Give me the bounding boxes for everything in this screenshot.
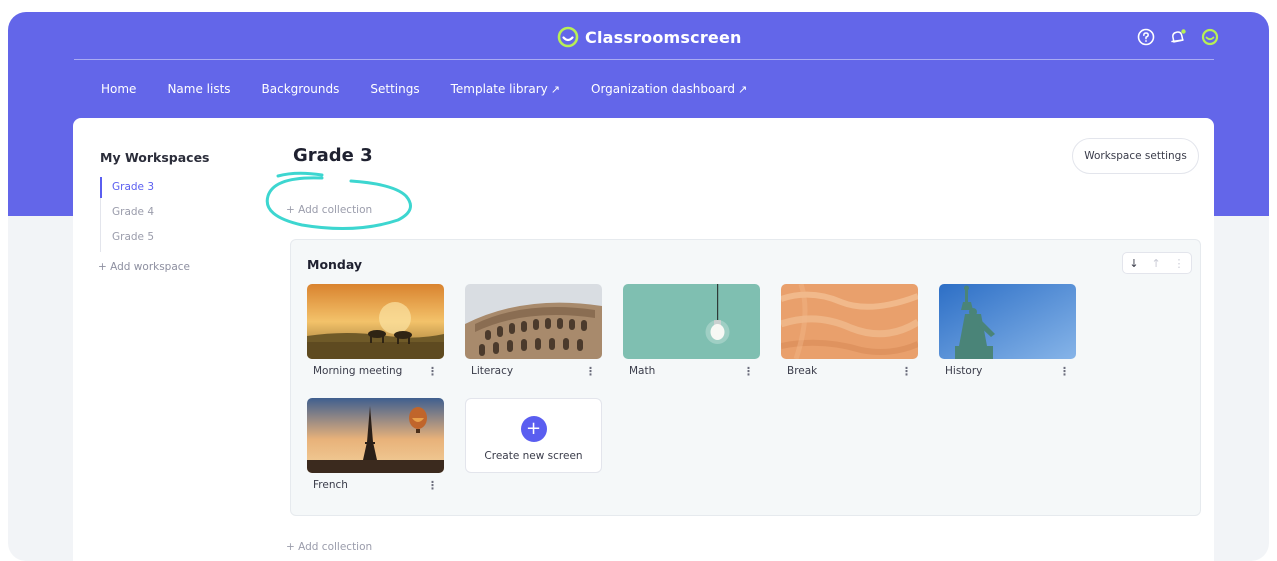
- screen-label: Break: [787, 365, 818, 377]
- screen-tile[interactable]: Morning meeting ⋮: [307, 284, 444, 383]
- screen-tile[interactable]: Math ⋮: [623, 284, 760, 383]
- add-collection-bottom-button[interactable]: + Add collection: [286, 541, 372, 553]
- screen-tile[interactable]: History ⋮: [939, 284, 1076, 383]
- nav-settings[interactable]: Settings: [370, 82, 419, 96]
- screen-tile[interactable]: Break ⋮: [781, 284, 918, 383]
- nav-name-lists[interactable]: Name lists: [167, 82, 230, 96]
- screen-tile[interactable]: Literacy ⋮: [465, 284, 602, 383]
- collection-monday: Monday ↓ ↑ ⋮ Morning meeting ⋮ Literacy …: [290, 239, 1201, 516]
- screen-label: French: [313, 479, 348, 491]
- classroomscreen-logo-icon: [557, 26, 579, 48]
- app-name: Classroomscreen: [585, 27, 742, 47]
- more-vertical-icon[interactable]: ⋮: [427, 479, 438, 492]
- sand-texture-thumbnail[interactable]: [781, 284, 918, 359]
- statue-of-liberty-thumbnail[interactable]: [939, 284, 1076, 359]
- colosseum-image: [465, 284, 602, 359]
- external-link-icon: ↗: [738, 82, 748, 96]
- sidebar-item-grade-5[interactable]: Grade 5: [101, 227, 154, 252]
- statue-of-liberty-image: [939, 284, 1076, 359]
- screen-tile[interactable]: French ⋮: [307, 398, 444, 497]
- sand-texture-image: [781, 284, 918, 359]
- nav-home-label: Home: [101, 82, 137, 96]
- screen-label: Morning meeting: [313, 365, 403, 377]
- classroomscreen-logo-icon[interactable]: [1201, 28, 1219, 46]
- nav-template-library[interactable]: Template library ↗: [451, 82, 560, 96]
- workspace-list: Grade 3 Grade 4 Grade 5: [99, 177, 154, 252]
- nav-backgrounds[interactable]: Backgrounds: [262, 82, 340, 96]
- add-workspace-button[interactable]: + Add workspace: [98, 261, 190, 273]
- main-nav: Home Name lists Backgrounds Settings Tem…: [101, 82, 778, 96]
- eiffel-tower-thumbnail[interactable]: [307, 398, 444, 473]
- horses-sunrise-thumbnail[interactable]: [307, 284, 444, 359]
- eiffel-tower-image: [307, 398, 444, 473]
- workspace-card: My Workspaces Grade 3 Grade 4 Grade 5 + …: [73, 118, 1214, 561]
- more-vertical-icon[interactable]: ⋮: [585, 365, 596, 378]
- nav-backgrounds-label: Backgrounds: [261, 82, 340, 96]
- top-right-icons: [1137, 28, 1219, 46]
- more-vertical-icon[interactable]: ⋮: [427, 365, 438, 378]
- collection-controls: ↓ ↑ ⋮: [1122, 252, 1192, 274]
- colosseum-thumbnail[interactable]: [465, 284, 602, 359]
- more-vertical-icon[interactable]: ⋮: [1174, 257, 1185, 270]
- lightbulb-thumbnail[interactable]: [623, 284, 760, 359]
- bell-icon[interactable]: [1169, 28, 1187, 46]
- more-vertical-icon[interactable]: ⋮: [901, 365, 912, 378]
- more-vertical-icon[interactable]: ⋮: [743, 365, 754, 378]
- horses-sunrise-image: [307, 284, 444, 359]
- screen-label: Literacy: [471, 365, 514, 377]
- lightbulb-image: [623, 284, 760, 359]
- sidebar-item-grade-3[interactable]: Grade 3: [99, 177, 154, 202]
- header-divider: [74, 59, 1214, 60]
- screen-label: Math: [629, 365, 656, 377]
- nav-organization-dashboard-label: Organization dashboard: [591, 82, 736, 96]
- nav-organization-dashboard[interactable]: Organization dashboard ↗: [591, 82, 747, 96]
- screen-label: History: [945, 365, 983, 377]
- add-collection-button[interactable]: + Add collection: [286, 204, 372, 216]
- create-new-screen-button[interactable]: + Create new screen: [465, 398, 602, 473]
- app-logo[interactable]: Classroomscreen: [557, 26, 742, 48]
- nav-name-lists-label: Name lists: [167, 82, 231, 96]
- collection-title: Monday: [307, 257, 363, 272]
- arrow-down-icon[interactable]: ↓: [1129, 257, 1138, 270]
- plus-icon: +: [520, 415, 547, 442]
- create-new-screen-label: Create new screen: [484, 449, 583, 462]
- nav-home[interactable]: Home: [101, 82, 136, 96]
- workspace-settings-button[interactable]: Workspace settings: [1072, 138, 1199, 174]
- nav-settings-label: Settings: [370, 82, 420, 96]
- help-circle-icon[interactable]: [1137, 28, 1155, 46]
- arrow-up-icon[interactable]: ↑: [1151, 257, 1160, 270]
- nav-template-library-label: Template library: [450, 82, 548, 96]
- app-frame: Classroomscreen Home Name lists Backgrou: [8, 12, 1269, 561]
- external-link-icon: ↗: [550, 82, 560, 96]
- sidebar-item-grade-4[interactable]: Grade 4: [101, 202, 154, 227]
- more-vertical-icon[interactable]: ⋮: [1059, 365, 1070, 378]
- sidebar-title: My Workspaces: [100, 150, 210, 165]
- page-title: Grade 3: [293, 145, 373, 166]
